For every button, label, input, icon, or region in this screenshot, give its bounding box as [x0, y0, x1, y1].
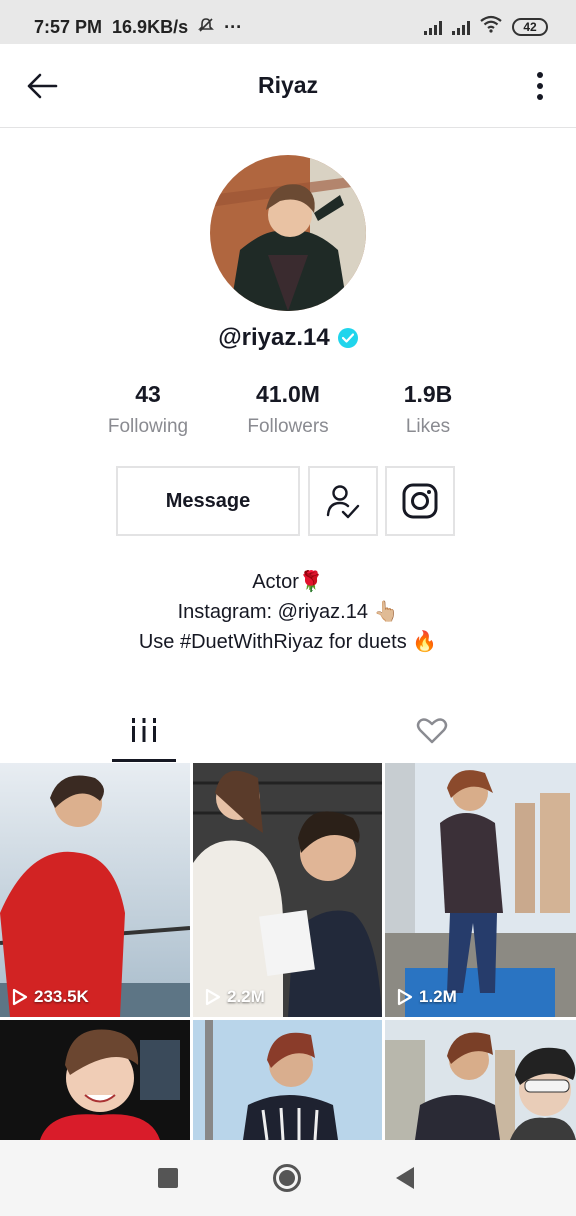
- status-right: 42: [424, 15, 548, 38]
- stat-value: 1.9B: [403, 381, 453, 407]
- profile-stats: 43 Following 41.0M Followers 1.9B Likes: [78, 380, 498, 438]
- stat-label: Followers: [247, 416, 329, 437]
- stat-value: 43: [135, 381, 161, 407]
- instagram-icon: [402, 483, 438, 519]
- avatar[interactable]: [210, 155, 366, 311]
- page-title: Riyaz: [257, 72, 319, 98]
- stat-label: Likes: [405, 416, 451, 437]
- message-button[interactable]: Message: [116, 466, 300, 536]
- bio-line: Use #DuetWithRiyaz for duets 🔥: [138, 631, 438, 653]
- bio-line: Actor🌹: [252, 571, 324, 593]
- video-thumbnail[interactable]: [193, 1020, 382, 1140]
- battery-indicator: 42: [512, 17, 548, 36]
- profile-tabs: [0, 700, 576, 762]
- signal-icon: [452, 19, 470, 35]
- video-thumbnail[interactable]: 1.2M: [385, 763, 576, 1017]
- videos-grid-icon: [132, 717, 156, 742]
- home-circle-icon: [279, 1170, 295, 1186]
- video-thumbnail[interactable]: 2.2M: [193, 763, 382, 1017]
- stat-label: Following: [107, 416, 189, 437]
- video-thumbnail[interactable]: 233.5K: [0, 763, 190, 1017]
- more-dot: [537, 83, 543, 89]
- play-icon: [12, 988, 28, 1006]
- heart-icon: [416, 718, 448, 744]
- stat-likes: 1.9B Likes: [358, 380, 498, 438]
- system-navigation-bar: [0, 1140, 576, 1216]
- stat-value: 41.0M: [256, 381, 320, 407]
- status-time: 7:57 PM: [34, 17, 103, 37]
- status-more: ···: [224, 17, 243, 37]
- home-button[interactable]: [273, 1164, 301, 1192]
- instagram-button[interactable]: [385, 466, 455, 536]
- status-left: 7:57 PM 16.9KB/s ···: [34, 17, 242, 38]
- status-network-speed: 16.9KB/s: [112, 17, 189, 37]
- tab-liked[interactable]: [400, 700, 464, 762]
- more-options-button[interactable]: [528, 66, 552, 106]
- signal-icon: [424, 19, 442, 35]
- view-count-text: 233.5K: [34, 987, 89, 1006]
- more-dots-icon: [537, 72, 543, 78]
- stat-following[interactable]: 43 Following: [78, 380, 218, 438]
- recent-apps-button[interactable]: [158, 1168, 178, 1188]
- play-icon: [397, 988, 413, 1006]
- view-count: 1.2M: [397, 987, 457, 1007]
- video-grid: 233.5K 2.2M 1.2M: [0, 763, 576, 1140]
- username-row: @riyaz.14: [0, 324, 576, 352]
- video-thumbnail[interactable]: [385, 1020, 576, 1140]
- bio: Actor🌹 Instagram: @riyaz.14 👆🏼 Use #Duet…: [0, 567, 576, 657]
- view-count: 2.2M: [205, 987, 265, 1007]
- view-count: 233.5K: [12, 987, 89, 1007]
- following-button[interactable]: [308, 466, 378, 536]
- wifi-icon: [480, 15, 502, 38]
- profile-header: Riyaz: [0, 44, 576, 128]
- video-thumbnail[interactable]: [0, 1020, 190, 1140]
- tab-videos[interactable]: [112, 700, 176, 762]
- play-icon: [205, 988, 221, 1006]
- verified-badge-icon: [337, 328, 358, 348]
- status-bar: 7:57 PM 16.9KB/s ··· 42: [0, 0, 576, 44]
- system-back-button[interactable]: [396, 1167, 414, 1189]
- user-check-icon: [326, 485, 360, 519]
- more-dot: [537, 94, 543, 100]
- username: @riyaz.14: [218, 324, 330, 351]
- stat-followers[interactable]: 41.0M Followers: [218, 380, 358, 438]
- mute-icon: [198, 17, 215, 38]
- bio-line: Instagram: @riyaz.14 👆🏼: [177, 601, 399, 623]
- view-count-text: 2.2M: [227, 987, 265, 1006]
- view-count-text: 1.2M: [419, 987, 457, 1006]
